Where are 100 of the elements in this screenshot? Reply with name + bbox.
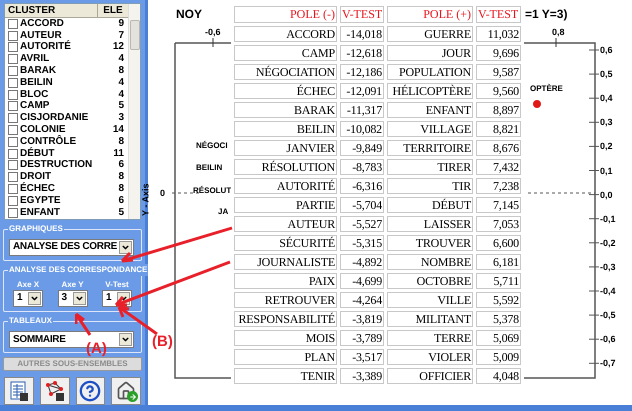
cluster-label: BEILIN: [20, 78, 54, 88]
axis-select[interactable]: 1: [13, 290, 43, 307]
cluster-count: 8: [117, 184, 125, 194]
checkbox[interactable]: [8, 113, 18, 124]
axis-label: V-Test: [105, 280, 129, 290]
cluster-item[interactable]: ENFANT 5: [5, 206, 128, 219]
cluster-item[interactable]: DESTRUCTION 6: [5, 160, 128, 172]
table-cell: -14,018: [340, 26, 384, 42]
cluster-count: 4: [117, 90, 125, 100]
cluster-item[interactable]: DROIT 8: [5, 171, 128, 184]
cluster-item[interactable]: BLOC 4: [5, 88, 128, 101]
checkbox[interactable]: [8, 184, 18, 194]
checkbox[interactable]: [8, 90, 18, 100]
chart-type-select[interactable]: ANALYSE DES CORRE: [9, 238, 134, 256]
column-header: V-TEST: [340, 6, 384, 23]
table-cell: -5,315: [340, 235, 384, 251]
table-cell: -10,082: [340, 121, 384, 137]
table-cell: PLAN: [234, 349, 337, 365]
table-cell: -4,892: [340, 254, 384, 270]
cluster-item[interactable]: ACCORD 9: [5, 18, 128, 30]
tick-label: -0,6: [205, 26, 221, 39]
checkbox[interactable]: [8, 208, 18, 218]
table-cell: TERRE: [387, 330, 473, 346]
cluster-count: 11: [112, 148, 125, 159]
checkbox[interactable]: [8, 54, 18, 64]
cluster-count: 8: [117, 66, 125, 76]
table-cell: LAISSER: [387, 216, 473, 232]
cluster-item[interactable]: CONTRÔLE 8: [5, 136, 128, 148]
point-label: JA: [218, 207, 228, 217]
table-cell: 9,587: [476, 64, 521, 80]
table-cell: -12,618: [340, 45, 384, 61]
checkbox[interactable]: [8, 125, 18, 136]
help-icon[interactable]: [76, 377, 106, 406]
column-header: V-TEST: [476, 6, 521, 23]
point-label: BEILIN: [196, 163, 222, 173]
cluster-label: AVRIL: [20, 54, 50, 64]
checkbox[interactable]: [8, 136, 18, 147]
cluster-label: COLONIE: [20, 125, 66, 136]
cluster-count: 6: [117, 160, 125, 170]
column-header[interactable]: CLUSTER: [5, 4, 98, 17]
table-cell: BARAK: [234, 102, 337, 118]
cluster-item[interactable]: DÉBUT 11: [5, 148, 128, 160]
cluster-item[interactable]: CAMP 5: [5, 100, 128, 112]
table-cell: -3,789: [340, 330, 384, 346]
cluster-item[interactable]: AUTEUR 7: [5, 30, 128, 42]
checkbox[interactable]: [8, 30, 18, 41]
home-exit-icon[interactable]: [111, 377, 141, 406]
tick-label: -0,3: [600, 262, 616, 272]
axis-select[interactable]: 3: [58, 290, 88, 307]
cluster-count: 4: [117, 54, 125, 64]
scrollbar[interactable]: [128, 4, 140, 219]
table-cell: VILLAGE: [387, 121, 473, 137]
table-cell: 7,238: [476, 178, 521, 194]
checkbox[interactable]: [8, 42, 18, 52]
table-cell: POPULATION: [387, 64, 473, 80]
axis-title: Y - Axis: [140, 184, 152, 216]
column-header: POLE (-): [234, 6, 337, 23]
graph-save-icon[interactable]: [40, 377, 70, 406]
cluster-item[interactable]: CISJORDANIE 3: [5, 112, 128, 124]
cluster-item[interactable]: EGYPTE 6: [5, 194, 128, 207]
cluster-count: 8: [117, 136, 125, 147]
table-cell: 7,432: [476, 159, 521, 175]
checkbox[interactable]: [8, 160, 18, 170]
table-cell: VIOLER: [387, 349, 473, 365]
annotation-label: (B): [152, 334, 173, 349]
cluster-label: AUTEUR: [20, 30, 62, 41]
axis-label: Axe X: [16, 280, 40, 290]
checkbox[interactable]: [8, 66, 18, 76]
cluster-count: 7: [117, 30, 125, 41]
cluster-label: DESTRUCTION: [20, 160, 94, 170]
checkbox[interactable]: [8, 172, 18, 182]
annotation-arrow: [75, 312, 92, 336]
table-cell: MOIS: [234, 330, 337, 346]
table-cell: 7,145: [476, 197, 521, 213]
table-cell: 9,696: [476, 45, 521, 61]
cluster-item[interactable]: BEILIN 4: [5, 76, 128, 89]
tick-label: -0,7: [600, 358, 616, 368]
column-header[interactable]: ELE: [98, 4, 128, 17]
checkbox[interactable]: [8, 78, 18, 88]
cluster-count: 5: [117, 208, 125, 218]
table-cell: PAIX: [234, 273, 337, 289]
cluster-label: ACCORD: [20, 18, 65, 29]
table-cell: ÉCHEC: [234, 83, 337, 99]
table-cell: CAMP: [234, 45, 337, 61]
spreadsheet-save-icon[interactable]: [4, 377, 34, 406]
table-cell: 5,009: [476, 349, 521, 365]
cluster-item[interactable]: BARAK 8: [5, 65, 128, 77]
chart-title: NOY: [176, 6, 202, 23]
cluster-item[interactable]: ÉCHEC 8: [5, 183, 128, 195]
checkbox[interactable]: [8, 18, 18, 29]
cluster-item[interactable]: AVRIL 4: [5, 53, 128, 66]
cluster-item[interactable]: COLONIE 14: [5, 124, 128, 136]
cluster-item[interactable]: AUTORITÉ 12: [5, 42, 128, 54]
checkbox[interactable]: [8, 196, 18, 206]
checkbox[interactable]: [8, 101, 18, 112]
table-cell: 4,048: [476, 368, 521, 384]
table-cell: -5,704: [340, 197, 384, 213]
checkbox[interactable]: [8, 148, 18, 159]
cluster-count: 4: [117, 78, 125, 88]
cluster-label: CAMP: [20, 101, 50, 112]
